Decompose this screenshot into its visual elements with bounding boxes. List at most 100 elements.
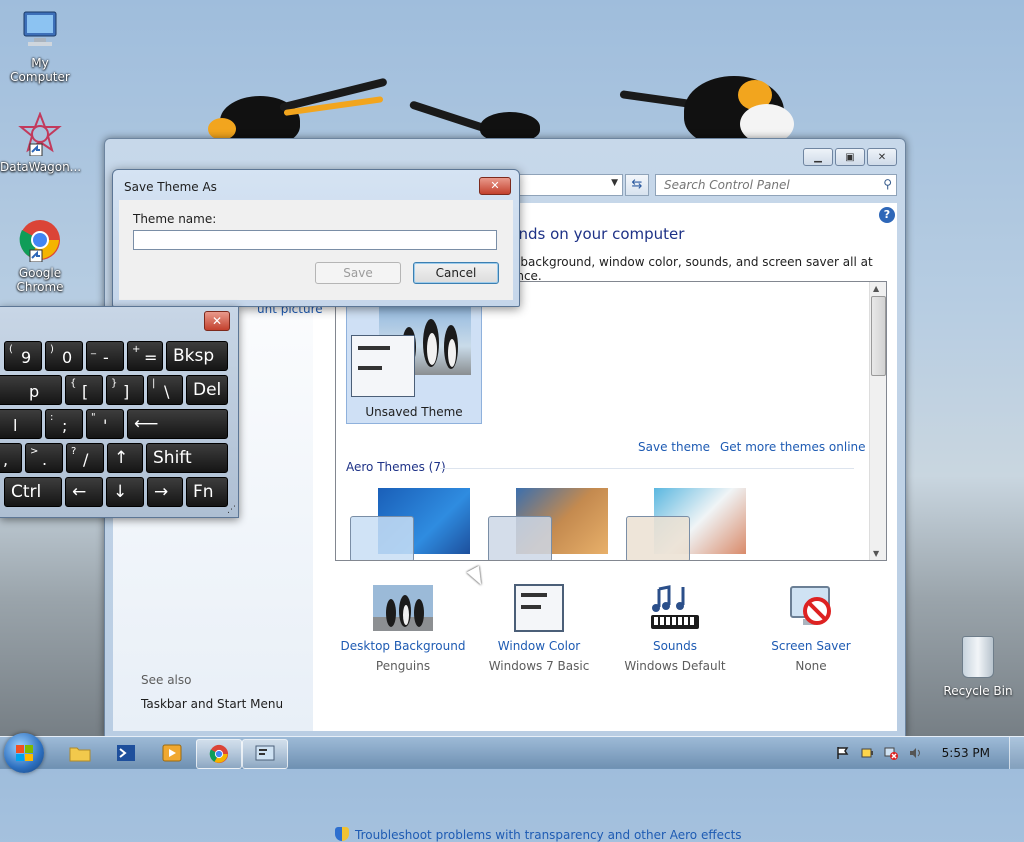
key-ctrl[interactable]: Ctrl: [4, 477, 62, 507]
refresh-button[interactable]: ⇆: [625, 174, 649, 196]
sounds-link[interactable]: Sounds: [607, 639, 743, 653]
windows-logo-icon: [16, 745, 33, 761]
system-tray: 5:53 PM: [836, 737, 1020, 769]
desktop-icon-label: Google Chrome: [16, 266, 64, 294]
key-enter[interactable]: ⟵: [127, 409, 228, 439]
save-theme-link[interactable]: Save theme: [638, 440, 710, 454]
key-minus[interactable]: _ -: [86, 341, 124, 371]
key-semicolon[interactable]: :;: [45, 409, 83, 439]
desktop-icon-datawagon[interactable]: DataWagon...: [0, 111, 82, 174]
recycle-bin-icon: [962, 636, 994, 678]
theme-list-scrollbar[interactable]: ▲ ▼: [869, 282, 886, 560]
dialog-title: Save Theme As: [124, 180, 217, 194]
key-shift[interactable]: Shift: [146, 443, 228, 473]
key-0[interactable]: ) 0: [45, 341, 83, 371]
taskbar-powershell[interactable]: [104, 739, 148, 767]
help-icon[interactable]: ?: [879, 207, 895, 223]
keyboard-close-button[interactable]: ✕: [204, 311, 230, 331]
resize-grip-icon[interactable]: ⋰: [227, 505, 236, 515]
screen-saver-setting[interactable]: Screen Saver None: [743, 579, 879, 673]
key-delete[interactable]: Del: [186, 375, 228, 405]
action-center-flag-icon[interactable]: [836, 746, 850, 760]
theme-name-input[interactable]: [133, 230, 497, 250]
key-down-arrow[interactable]: ↓: [106, 477, 144, 507]
theme-thumbnail-window: [351, 335, 415, 397]
close-button[interactable]: ✕: [867, 148, 897, 166]
theme-characters[interactable]: [626, 488, 746, 560]
screen-saver-link[interactable]: Screen Saver: [743, 639, 879, 653]
desktop-icon-google-chrome[interactable]: Google Chrome: [0, 218, 80, 294]
taskbar: 5:53 PM: [0, 733, 1024, 773]
start-button[interactable]: [4, 733, 44, 773]
cancel-button[interactable]: Cancel: [413, 262, 499, 284]
key-right-arrow[interactable]: →: [147, 477, 183, 507]
key-backslash[interactable]: | \: [147, 375, 183, 405]
key-period[interactable]: >.: [25, 443, 63, 473]
troubleshoot-row: Troubleshoot problems with transparency …: [335, 827, 742, 842]
troubleshoot-link[interactable]: Troubleshoot problems with transparency …: [355, 828, 742, 842]
save-button[interactable]: Save: [315, 262, 401, 284]
theme-architecture[interactable]: [488, 488, 608, 560]
dialog-close-button[interactable]: ✕: [479, 177, 511, 195]
key-fn[interactable]: Fn: [186, 477, 228, 507]
get-more-themes-link[interactable]: Get more themes online: [720, 440, 866, 454]
network-disconnected-icon[interactable]: [884, 746, 898, 760]
desktop-icon-my-computer[interactable]: My Computer: [0, 8, 80, 84]
search-icon[interactable]: ⚲: [883, 177, 892, 191]
scroll-up-icon[interactable]: ▲: [873, 284, 879, 293]
scroll-thumb[interactable]: [871, 296, 886, 376]
key-9[interactable]: (9: [4, 341, 42, 371]
key-comma[interactable]: ,: [0, 443, 22, 473]
theme-settings: Desktop Background Penguins Window Color…: [335, 579, 895, 673]
close-icon: ✕: [490, 179, 500, 192]
search-input[interactable]: [662, 175, 876, 195]
sounds-setting[interactable]: Sounds Windows Default: [607, 579, 743, 673]
desktop-background-value: Penguins: [375, 659, 431, 673]
taskbar-clock[interactable]: 5:53 PM: [942, 746, 990, 760]
volume-icon[interactable]: [908, 746, 922, 760]
key-quote[interactable]: " ': [86, 409, 124, 439]
chrome-icon: [209, 744, 229, 764]
taskbar-chrome[interactable]: [196, 739, 242, 769]
key-slash[interactable]: ? /: [66, 443, 104, 473]
chevron-down-icon: ▼: [611, 178, 618, 188]
taskbar-explorer[interactable]: [58, 739, 102, 767]
address-bar[interactable]: ▼: [517, 174, 623, 196]
key-right-bracket[interactable]: }]: [106, 375, 144, 405]
key-backspace[interactable]: Bksp: [166, 341, 228, 371]
scroll-down-icon[interactable]: ▼: [873, 549, 879, 558]
page-description: p background, window color, sounds, and …: [509, 255, 873, 283]
window-color-link[interactable]: Window Color: [471, 639, 607, 653]
media-player-icon: [162, 744, 182, 762]
power-icon[interactable]: [860, 746, 874, 760]
dialog-body: Theme name: Save Cancel: [119, 200, 513, 300]
theme-windows-7[interactable]: [350, 488, 470, 560]
key-up-arrow[interactable]: ↑: [107, 443, 143, 473]
desktop-background-setting[interactable]: Desktop Background Penguins: [335, 579, 471, 673]
minimize-button[interactable]: ▁: [803, 148, 833, 166]
key-left-bracket[interactable]: {[: [65, 375, 103, 405]
save-theme-dialog: Save Theme As ✕ Theme name: Save Cancel: [112, 169, 520, 307]
key-p[interactable]: p: [0, 375, 62, 405]
window-color-setting[interactable]: Window Color Windows 7 Basic: [471, 579, 607, 673]
taskbar-media-player[interactable]: [150, 739, 194, 767]
theme-unsaved[interactable]: Unsaved Theme: [346, 300, 482, 424]
desktop-icon-label: My Computer: [10, 56, 70, 84]
desktop-icon-recycle-bin[interactable]: Recycle Bin: [938, 636, 1018, 698]
taskbar-start-menu-link[interactable]: Taskbar and Start Menu: [141, 697, 283, 711]
minimize-icon: ▁: [814, 151, 822, 163]
theme-list: Unsaved Theme Save theme Get more themes…: [335, 281, 887, 561]
window-color-icon: [509, 583, 569, 633]
terminal-icon: [117, 745, 135, 761]
maximize-button[interactable]: ▣: [835, 148, 865, 166]
key-equals[interactable]: + =: [127, 341, 163, 371]
wallpaper-penguin-right: [619, 70, 810, 146]
desktop-background-link[interactable]: Desktop Background: [335, 639, 471, 653]
show-desktop-button[interactable]: [1009, 737, 1024, 769]
key-left-arrow[interactable]: ←: [65, 477, 103, 507]
key-l[interactable]: l: [0, 409, 42, 439]
desktop-icon-label: DataWagon...: [0, 160, 82, 174]
taskbar-control-panel[interactable]: [242, 739, 288, 769]
divider: [440, 468, 854, 469]
window-color-value: Windows 7 Basic: [488, 659, 590, 673]
